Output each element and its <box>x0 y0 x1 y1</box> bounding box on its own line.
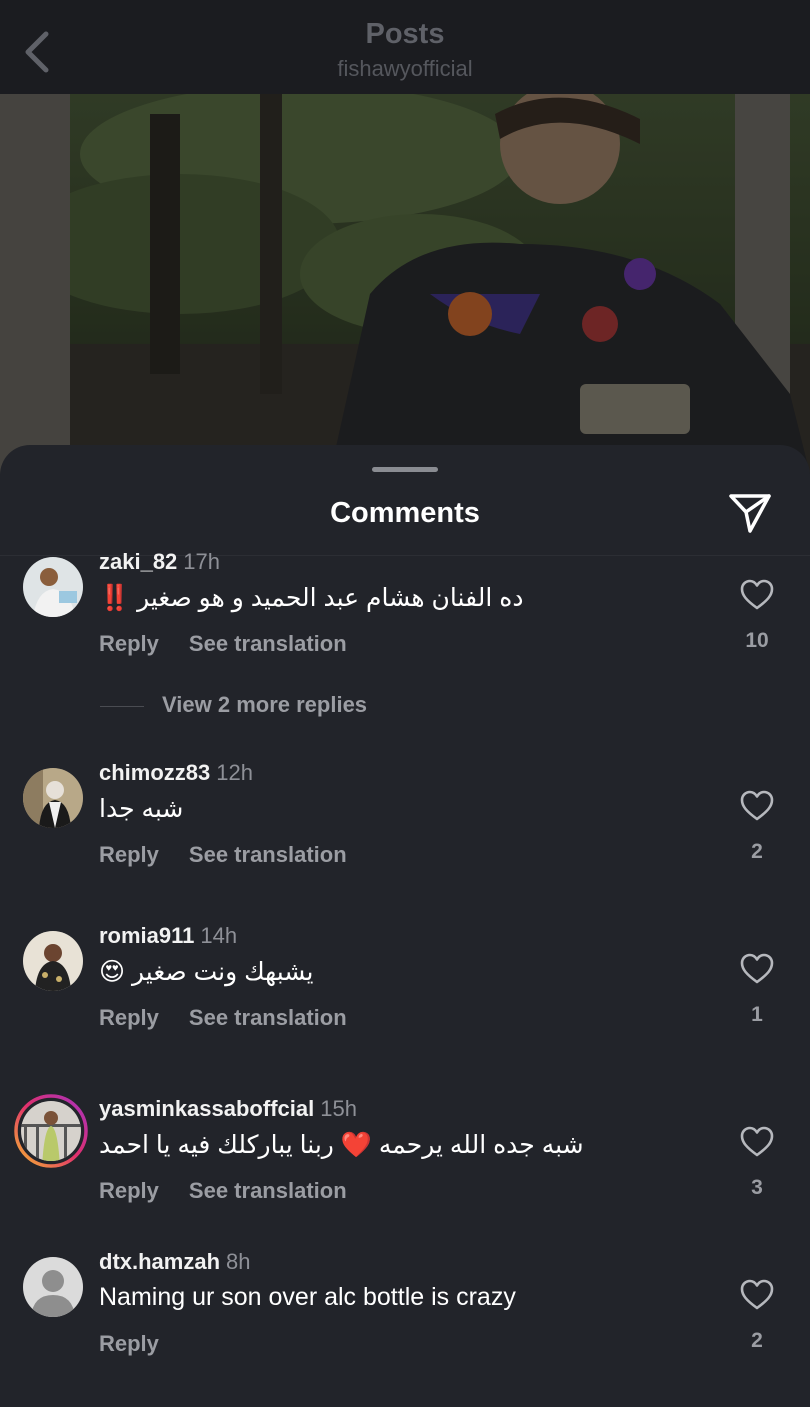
post-image <box>0 94 810 474</box>
like-count: 1 <box>751 1003 763 1026</box>
drag-handle[interactable] <box>372 467 438 472</box>
avatar-with-story-ring[interactable] <box>14 1094 88 1168</box>
avatar[interactable] <box>23 768 83 828</box>
top-bar: Posts fishawyofficial <box>0 0 810 94</box>
username[interactable]: chimozz83 <box>99 760 210 785</box>
comment-item: zaki_82 17h ‼️ ده الفنان هشام عبد الحميد … <box>0 549 810 707</box>
like-count: 10 <box>745 629 769 652</box>
like-button[interactable] <box>740 1279 774 1311</box>
reply-button[interactable]: Reply <box>99 1331 159 1356</box>
reply-button[interactable]: Reply <box>99 1178 159 1203</box>
reply-line <box>100 706 144 707</box>
like-count: 3 <box>751 1176 763 1199</box>
send-icon <box>729 494 771 533</box>
comment-text: شبه جده الله يرحمه ❤️ ربنا يباركلك فيه ي… <box>99 1131 584 1159</box>
comment-text: Naming ur son over alc bottle is crazy <box>99 1283 516 1311</box>
comment-text: 😍 يشبهك ونت صغير <box>99 958 314 986</box>
avatar-default[interactable] <box>23 1257 83 1317</box>
heart-eyes-emoji: 😍 <box>99 958 126 986</box>
account-name[interactable]: fishawyofficial <box>0 56 810 82</box>
comment-item: chimozz83 12h شبه جدا Reply See translatio… <box>0 760 810 918</box>
share-button[interactable] <box>726 491 774 535</box>
comment-text: ‼️ ده الفنان هشام عبد الحميد و هو صغير <box>99 584 524 612</box>
reply-button[interactable]: Reply <box>99 631 159 656</box>
heart-icon <box>740 790 774 821</box>
heart-icon <box>740 579 774 610</box>
double-exclamation-emoji: ‼️ <box>99 584 131 612</box>
like-button[interactable] <box>740 1126 774 1158</box>
view-replies-label: View 2 more replies <box>162 692 368 717</box>
heart-icon <box>740 1279 774 1310</box>
see-translation-button[interactable]: See translation <box>189 631 347 656</box>
comments-title: Comments <box>330 497 480 529</box>
comment-item: romia911 14h 😍 يشبهك ونت صغير Reply See tr… <box>0 923 810 1081</box>
like-button[interactable] <box>740 953 774 985</box>
timestamp: 12h <box>216 760 253 785</box>
heart-icon <box>740 953 774 984</box>
comment-text: شبه جدا <box>99 795 184 823</box>
like-count: 2 <box>751 1329 763 1352</box>
like-button[interactable] <box>740 579 774 611</box>
timestamp: 17h <box>183 549 221 574</box>
username[interactable]: zaki_82 <box>99 549 177 574</box>
timestamp: 15h <box>320 1096 357 1121</box>
avatar[interactable] <box>23 931 83 991</box>
comment-item: yasminkassaboffcial 15h شبه جده الله يرحم… <box>0 1094 810 1254</box>
like-button[interactable] <box>740 790 774 822</box>
see-translation-button[interactable]: See translation <box>189 1005 347 1030</box>
see-translation-button[interactable]: See translation <box>189 1178 347 1203</box>
timestamp: 14h <box>200 923 238 948</box>
heart-icon <box>740 1126 774 1157</box>
view-replies-button[interactable]: View 2 more replies <box>100 692 500 722</box>
reply-button[interactable]: Reply <box>99 1005 159 1030</box>
username[interactable]: yasminkassaboffcial <box>99 1096 314 1121</box>
see-translation-button[interactable]: See translation <box>189 842 347 867</box>
like-count: 2 <box>751 840 763 863</box>
username[interactable]: dtx.hamzah <box>99 1249 220 1274</box>
reply-button[interactable]: Reply <box>99 842 159 867</box>
page-title: Posts <box>365 18 445 50</box>
avatar[interactable] <box>23 557 83 617</box>
default-profile-icon <box>23 1257 83 1317</box>
comment-item: dtx.hamzah 8h Naming ur son over alc bott… <box>0 1249 810 1407</box>
timestamp: 8h <box>226 1249 251 1274</box>
username[interactable]: romia911 <box>99 923 194 948</box>
